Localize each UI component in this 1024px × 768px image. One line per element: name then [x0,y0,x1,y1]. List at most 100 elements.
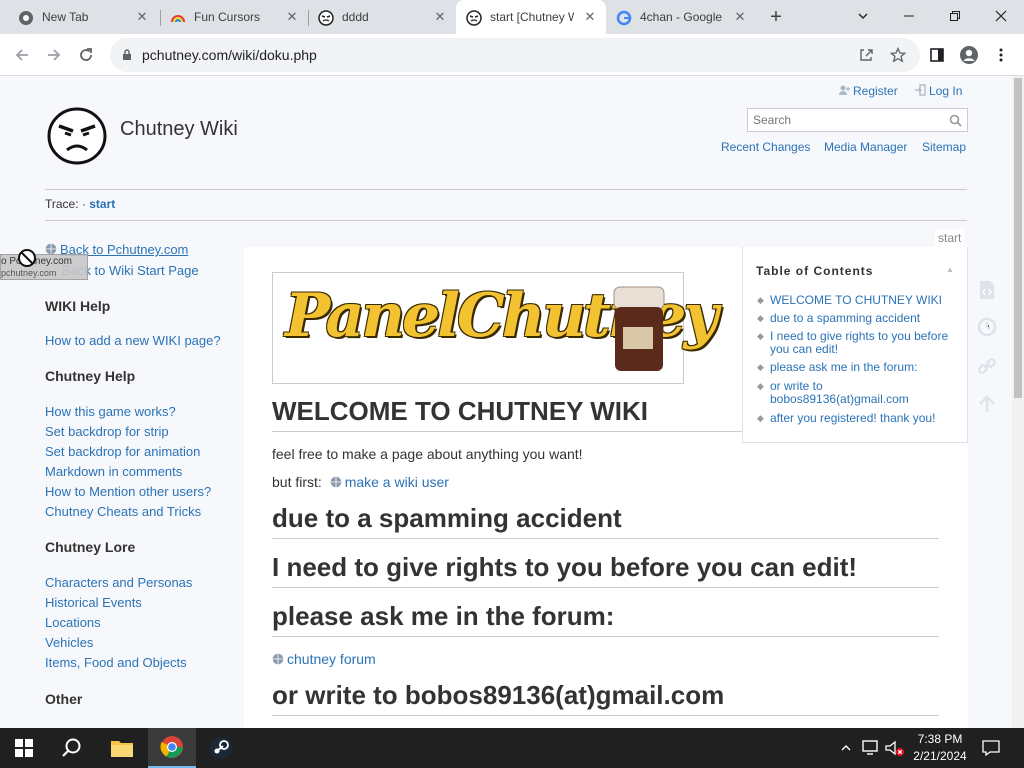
chutney-logo[interactable] [46,106,108,166]
login-label: Log In [929,84,963,98]
toc-item[interactable]: due to a spamming accident [770,312,960,325]
toc-bullet: ◆ [757,413,764,423]
close-tab-icon[interactable]: ✕ [284,9,300,25]
profile-button[interactable] [957,43,981,67]
not-allowed-cursor-icon [18,249,36,267]
sidebar-item-add-wiki-page[interactable]: How to add a new WIKI page? [45,333,221,348]
sidebar-item-characters[interactable]: Characters and Personas [45,575,192,590]
tab-fun-cursors[interactable]: Fun Cursors ✕ [160,0,308,34]
tab-strip: New Tab ✕ Fun Cursors ✕ dddd ✕ start [Ch… [0,0,1024,34]
register-link[interactable]: Register [838,84,898,98]
search-icon [62,738,81,757]
toc-collapse-icon[interactable]: ▲ [946,265,954,274]
tab-start-chutney-wiki[interactable]: start [Chutney W ✕ [456,0,606,34]
toc-item[interactable]: I need to give rights to you before you … [770,330,960,356]
toc-item[interactable]: WELCOME TO CHUTNEY WIKI [770,294,960,307]
toc-item[interactable]: or write to bobos89136(at)gmail.com [770,380,960,406]
chutney-face-icon [318,10,334,26]
close-window-button[interactable] [978,0,1024,32]
scrollbar-thumb[interactable] [1014,78,1022,398]
toc-item[interactable]: after you registered! thank you! [770,412,960,425]
rainbow-icon [171,15,185,23]
menu-button[interactable] [989,43,1013,67]
sidebar-item-backdrop-strip[interactable]: Set backdrop for strip [45,424,169,439]
backlinks-icon[interactable] [976,355,998,377]
taskbar-file-explorer[interactable] [98,728,146,768]
back-button[interactable] [9,42,35,68]
close-tab-icon[interactable]: ✕ [732,9,748,25]
sidebar-item-how-game-works[interactable]: How this game works? [45,404,176,419]
sidebar-item-historical-events[interactable]: Historical Events [45,595,142,610]
minimize-button[interactable] [886,0,932,32]
but-first-label: but first: [272,474,322,490]
table-of-contents: Table of Contents ▲ ◆ WELCOME TO CHUTNEY… [742,247,968,443]
taskbar-chrome[interactable] [148,728,196,768]
toc-bullet: ◆ [757,362,764,372]
sidebar-item-cheats[interactable]: Chutney Cheats and Tricks [45,504,201,519]
sidebar-item-markdown[interactable]: Markdown in comments [45,464,182,479]
forward-button[interactable] [41,42,67,68]
clock-date: 2/21/2024 [913,749,967,763]
close-tab-icon[interactable]: ✕ [582,9,598,25]
heading-divider [272,538,939,539]
sidebar-section-chutney-lore: Chutney Lore [45,539,136,555]
page-id-badge: start [935,229,965,247]
old-revisions-icon[interactable] [976,316,998,338]
volume-muted-icon[interactable] [885,740,905,758]
sidebar-item-mention-users[interactable]: How to Mention other users? [45,484,211,499]
tab-new-tab[interactable]: New Tab ✕ [8,0,158,34]
intro-text: feel free to make a page about anything … [272,446,583,462]
side-panel-button[interactable] [925,43,949,67]
address-bar[interactable]: pchutney.com/wiki/doku.php [110,38,920,72]
url-text: pchutney.com/wiki/doku.php [142,47,317,63]
sitemap-link[interactable]: Sitemap [922,140,966,154]
chutney-forum-link[interactable]: chutney forum [272,651,376,667]
toc-item[interactable]: please ask me in the forum: [770,361,960,374]
network-icon[interactable] [862,740,880,756]
windows-logo-icon [15,739,33,757]
close-tab-icon[interactable]: ✕ [432,9,448,25]
search-input[interactable] [748,109,944,131]
google-icon [616,10,632,26]
taskbar-steam[interactable] [197,728,245,768]
share-button[interactable] [854,43,878,67]
chevron-down-icon [858,13,868,19]
reload-button[interactable] [73,42,99,68]
bookmark-button[interactable] [886,43,910,67]
sidebar-item-backdrop-animation[interactable]: Set backdrop for animation [45,444,200,459]
tab-4chan-google[interactable]: 4chan - Google ✕ [606,0,756,34]
media-manager-link[interactable]: Media Manager [824,140,907,154]
heading-divider [272,431,742,432]
toc-bullet: ◆ [757,331,764,341]
tab-search-button[interactable] [840,0,886,32]
tab-label: 4chan - Google [640,10,723,24]
new-tab-button[interactable]: + [764,5,788,29]
make-wiki-user-link[interactable]: make a wiki user [330,474,449,490]
browser-toolbar: pchutney.com/wiki/doku.php [0,34,1024,76]
star-icon [890,47,906,63]
taskbar-clock[interactable]: 7:38 PM 2/21/2024 [908,731,972,765]
login-link[interactable]: Log In [914,84,962,98]
breadcrumb-separator: · [81,197,86,211]
site-title[interactable]: Chutney Wiki [120,118,238,141]
notifications-icon[interactable] [982,739,1000,757]
start-button[interactable] [0,728,48,768]
breadcrumb-item-start[interactable]: start [89,197,115,211]
sidebar-section-wiki-help: WIKI Help [45,298,111,314]
restore-button[interactable] [932,0,978,32]
toc-bullet: ◆ [757,313,764,323]
chevron-up-icon[interactable] [840,742,852,754]
more-vertical-icon [999,48,1003,62]
sidebar-item-locations[interactable]: Locations [45,615,101,630]
sidebar-item-items-food[interactable]: Items, Food and Objects [45,655,187,670]
close-tab-icon[interactable]: ✕ [134,9,150,25]
show-source-icon[interactable] [976,279,998,301]
back-to-top-icon[interactable] [976,393,998,415]
page-scrollbar[interactable] [1012,76,1024,728]
tab-dddd[interactable]: dddd ✕ [308,0,456,34]
taskbar-search-button[interactable] [48,728,96,768]
globe-icon [330,476,341,488]
recent-changes-link[interactable]: Recent Changes [721,140,810,154]
sidebar-item-vehicles[interactable]: Vehicles [45,635,93,650]
search-icon[interactable] [949,114,962,127]
